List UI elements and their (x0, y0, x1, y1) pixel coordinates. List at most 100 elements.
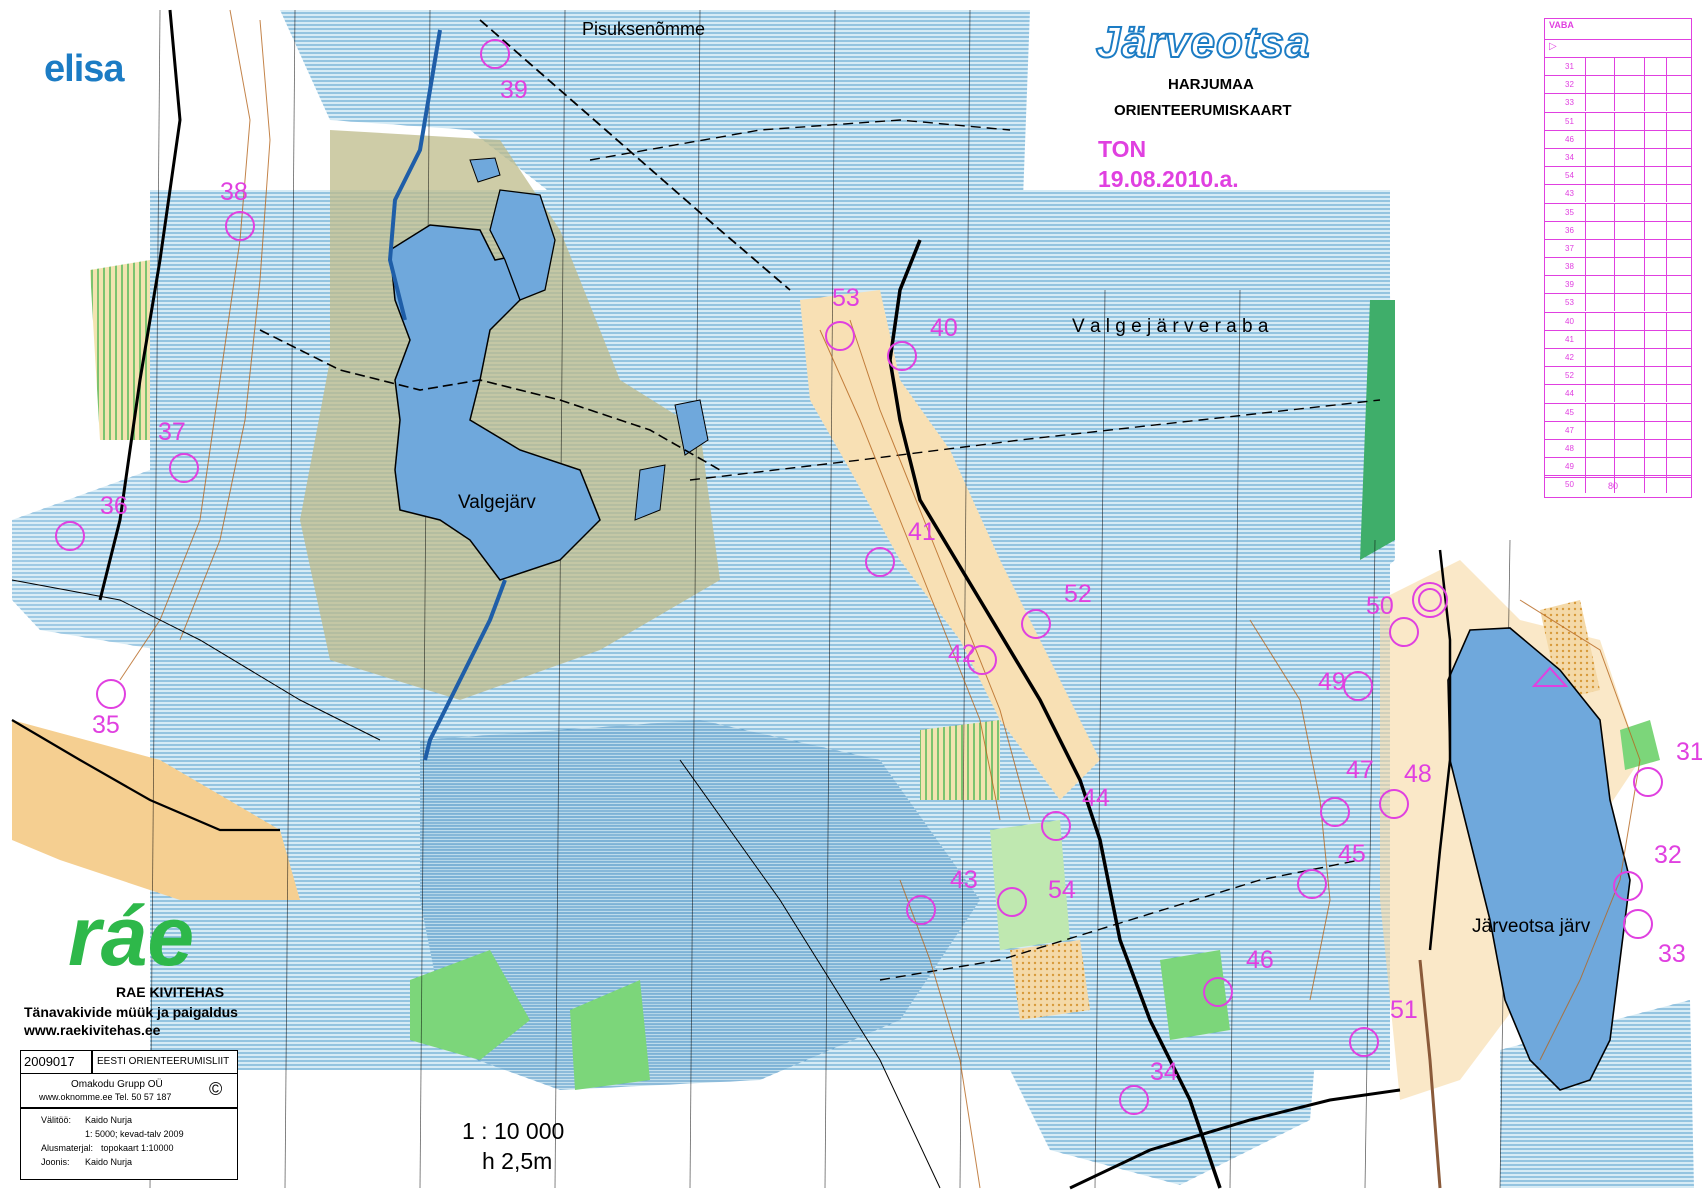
base-value: topokaart 1:10000 (101, 1143, 174, 1153)
info-box: 2009017 EESTI ORIENTEERUMISLIIT Omakodu … (20, 1050, 238, 1180)
start-triangle-icon: ▷ (1549, 41, 1557, 52)
drawn-value: Kaido Nurja (85, 1157, 133, 1167)
publisher-contact: www.oknomme.ee Tel. 50 57 187 (39, 1092, 172, 1102)
description-row: 53 (1545, 293, 1691, 312)
description-symbol-cells (1585, 294, 1690, 312)
description-symbol-cells (1585, 458, 1690, 476)
map-title: Järveotsa (1095, 17, 1311, 68)
map-code: 2009017 (24, 1054, 75, 1069)
description-symbol-cells (1585, 385, 1690, 403)
control-number-39: 39 (500, 76, 528, 104)
rough-open-3 (1010, 940, 1090, 1020)
control-number-54: 54 (1048, 876, 1076, 904)
description-symbol-cells (1585, 148, 1690, 166)
description-symbol-cells (1585, 312, 1690, 330)
publisher: Omakodu Grupp OÜ (71, 1079, 163, 1090)
event-name: TON (1098, 136, 1147, 162)
control-number-32: 32 (1654, 841, 1682, 869)
description-symbol-cells (1585, 203, 1690, 221)
description-row: 52 (1545, 366, 1691, 385)
control-number-35: 35 (92, 711, 120, 739)
control-number-34: 34 (1150, 1058, 1178, 1086)
description-row: 45 (1545, 402, 1691, 421)
finish-distance: 80 (1608, 481, 1619, 491)
survey-value: Kaido Nurja (85, 1115, 133, 1125)
description-row: 41 (1545, 329, 1691, 348)
elisa-logo: elisa (44, 48, 125, 90)
place-jarveotsa-jarv: Järveotsa järv (1472, 916, 1591, 937)
description-row: 33 (1545, 93, 1691, 112)
description-control-code: 31 (1565, 62, 1574, 71)
control-number-43: 43 (950, 866, 978, 894)
description-symbol-cells (1585, 221, 1690, 239)
description-control-code: 52 (1565, 371, 1574, 381)
rae-logo: ráe (68, 889, 195, 983)
description-control-code: 38 (1565, 262, 1574, 272)
rae-tagline: Tänavakivide müük ja paigaldus (24, 1004, 238, 1020)
rae-name: RAE KIVITEHAS (116, 984, 225, 1000)
description-control-code: 53 (1565, 298, 1574, 308)
copyright-icon: © (209, 1079, 223, 1099)
orienteering-map: Pisuksenõmme Valgejärv V a l g e j ä r v… (8, 8, 1702, 1190)
description-symbol-cells (1585, 258, 1690, 276)
map-scale: 1 : 10 000 (462, 1118, 565, 1144)
place-valgejarv: Valgejärv (458, 492, 536, 513)
description-row: 34 (1545, 147, 1691, 166)
description-row: 48 (1545, 438, 1691, 457)
description-row: 38 (1545, 257, 1691, 276)
control-number-44: 44 (1082, 784, 1110, 812)
control-number-40: 40 (930, 314, 958, 342)
description-row: 39 (1545, 275, 1691, 294)
description-rows: ▷ 31 32 33 51 46 34 54 43 35 36 37 38 39 53 40 41 42 52 44 4… (1545, 39, 1691, 494)
control-number-36: 36 (100, 492, 128, 520)
control-number-50: 50 (1366, 592, 1394, 620)
description-symbol-cells (1585, 349, 1690, 366)
description-header: VABA (1549, 20, 1574, 30)
place-pisuksenomme: Pisuksenõmme (582, 19, 705, 39)
description-sheet: VABA ▷ 31 32 33 51 46 34 54 43 35 36 37 38 39 53 40 41 42… (1544, 18, 1692, 498)
description-control-code: 41 (1565, 334, 1574, 344)
description-row: 42 (1545, 348, 1691, 366)
map-subtitle: ORIENTEERUMISKAART (1114, 102, 1292, 119)
control-number-53: 53 (832, 284, 860, 312)
description-control-code: 32 (1565, 80, 1574, 90)
control-number-51: 51 (1390, 996, 1418, 1024)
description-symbol-cells (1585, 185, 1690, 203)
description-start-row: ▷ (1545, 39, 1691, 57)
control-number-42: 42 (948, 640, 976, 668)
survey-detail: 1: 5000; kevad-talv 2009 (85, 1129, 184, 1139)
description-control-code: 49 (1565, 462, 1574, 472)
description-row: 35 (1545, 202, 1691, 221)
description-symbol-cells (1585, 94, 1690, 112)
rough-open-2 (90, 260, 150, 440)
control-number-49: 49 (1318, 668, 1346, 696)
description-control-code: 34 (1565, 152, 1574, 162)
description-symbol-cells (1585, 421, 1690, 439)
drawn-label: Joonis: (41, 1157, 70, 1167)
description-control-code: 51 (1565, 116, 1574, 126)
base-label: Alusmaterjal: (41, 1143, 94, 1153)
control-number-52: 52 (1064, 580, 1092, 608)
control-number-31: 31 (1676, 738, 1702, 766)
description-row: 44 (1545, 384, 1691, 403)
description-row: 37 (1545, 238, 1691, 257)
description-control-code: 36 (1565, 225, 1574, 235)
survey-label: Välitöö: (41, 1115, 72, 1125)
rae-url: www.raekivitehas.ee (24, 1022, 161, 1038)
contour-interval: h 2,5m (482, 1148, 553, 1174)
map-region: HARJUMAA (1168, 76, 1254, 93)
description-control-code: 44 (1565, 389, 1574, 399)
federation: EESTI ORIENTEERUMISLIIT (97, 1056, 230, 1067)
description-control-code: 46 (1565, 134, 1574, 144)
description-symbol-cells (1585, 276, 1690, 294)
description-control-code: 43 (1565, 189, 1574, 199)
description-symbol-cells (1585, 130, 1690, 148)
description-symbol-cells (1585, 239, 1690, 257)
description-symbol-cells (1585, 403, 1690, 421)
description-control-code: 47 (1565, 425, 1574, 435)
description-control-code: 33 (1565, 98, 1574, 108)
description-symbol-cells (1585, 167, 1690, 185)
event-date: 19.08.2010.a. (1098, 166, 1239, 192)
description-control-code: 45 (1565, 407, 1574, 417)
control-number-45: 45 (1338, 840, 1366, 868)
